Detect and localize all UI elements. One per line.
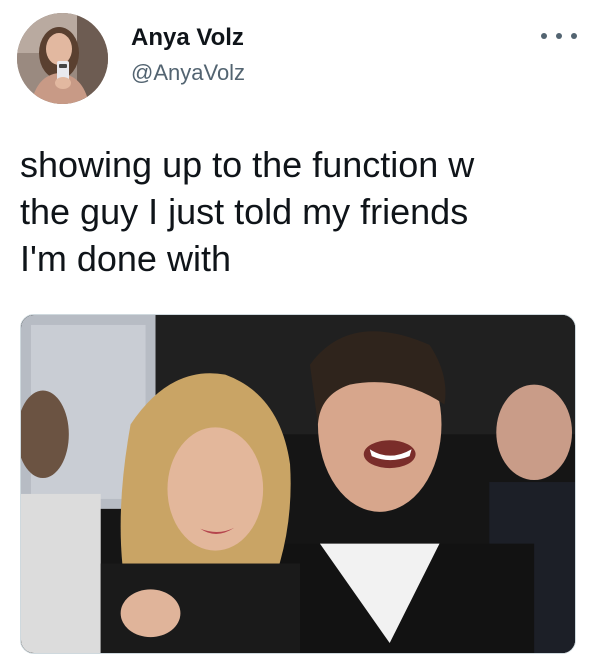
author-handle[interactable]: @AnyaVolz — [131, 60, 245, 86]
tweet-text-line: I'm done with — [20, 238, 231, 279]
tweet-text: showing up to the function w the guy I j… — [20, 141, 580, 282]
tweet-text-line: showing up to the function w — [20, 144, 475, 185]
more-options-icon[interactable] — [541, 24, 577, 48]
more-dot — [571, 33, 577, 39]
avatar-photo-icon — [17, 13, 108, 104]
author-display-name[interactable]: Anya Volz — [131, 24, 244, 52]
tweet-card: Anya Volz @AnyaVolz showing up to the fu… — [0, 0, 599, 672]
avatar[interactable] — [17, 13, 108, 104]
more-dot — [541, 33, 547, 39]
more-dot — [556, 33, 562, 39]
tweet-photo[interactable] — [20, 314, 576, 654]
tweet-text-line: the guy I just told my friends — [20, 191, 469, 232]
photo-attachment-icon — [21, 315, 575, 653]
